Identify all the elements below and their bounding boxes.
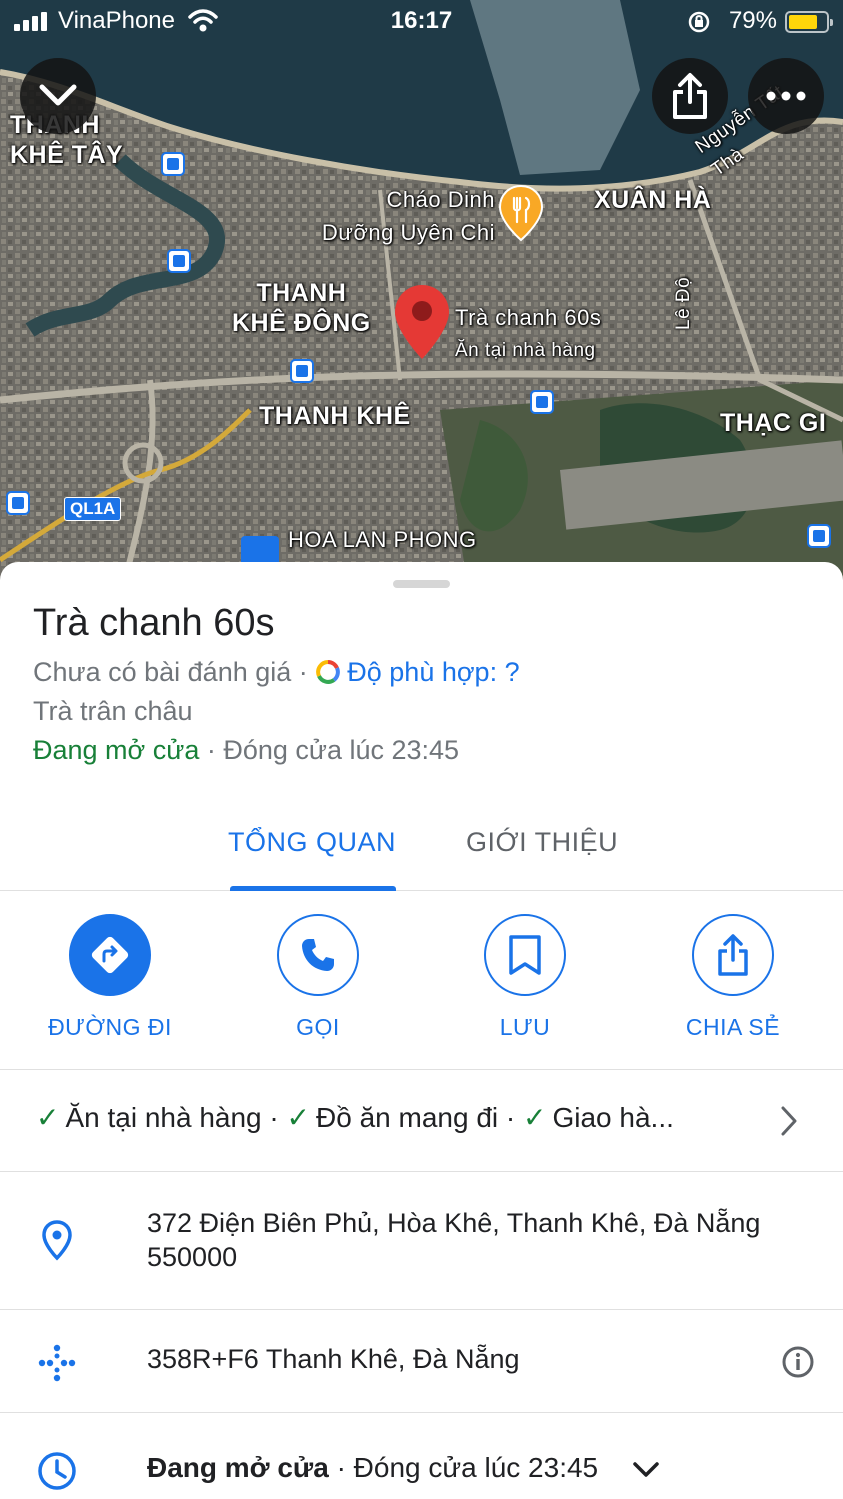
close-time: · Đóng cửa lúc 23:45: [206, 735, 460, 765]
map-label-chao-dinh-duong[interactable]: Cháo Dinh Dưỡng Uyên Chi: [290, 183, 495, 249]
check-icon: ✓: [523, 1102, 547, 1133]
place-pin-icon[interactable]: [393, 283, 451, 361]
info-icon[interactable]: [781, 1345, 815, 1379]
separator: ·: [505, 1102, 516, 1133]
save-button[interactable]: LƯU: [435, 914, 615, 1041]
bus-stop-icon[interactable]: [167, 249, 191, 273]
hours-open-status: Đang mở cửa: [147, 1452, 329, 1483]
directions-icon: [91, 936, 129, 974]
place-category: Trà trân châu: [33, 696, 193, 726]
address-row[interactable]: 372 Điện Biên Phủ, Hòa Khê, Thanh Khê, Đ…: [0, 1172, 843, 1310]
location-pin-icon: [42, 1220, 72, 1261]
hours-row[interactable]: Đang mở cửa · Đóng cửa lúc 23:45: [0, 1413, 843, 1499]
service-options: ✓ Ăn tại nhà hàng · ✓ Đồ ăn mang đi · ✓ Gia…: [36, 1101, 674, 1134]
share-button-circle: [692, 914, 774, 996]
open-hours-line: Đang mở cửa · Đóng cửa lúc 23:45: [33, 735, 459, 766]
collapse-button[interactable]: [20, 58, 96, 134]
more-horizontal-icon: [766, 91, 806, 101]
restaurant-pin-icon[interactable]: [498, 184, 544, 242]
call-button-circle: [277, 914, 359, 996]
directions-button-circle: [69, 914, 151, 996]
action-buttons: ĐƯỜNG ĐI GỌI LƯU CHIA SẺ: [0, 892, 843, 1070]
tab-about[interactable]: GIỚI THIỆU: [466, 827, 618, 858]
chevron-down-icon[interactable]: [632, 1461, 660, 1479]
map-label-xuan-ha: XUÂN HÀ: [594, 186, 712, 214]
map-pin-label-name[interactable]: Trà chanh 60s: [455, 304, 601, 332]
map-share-button[interactable]: [652, 58, 728, 134]
chevron-down-icon: [39, 84, 77, 106]
plus-code-row[interactable]: 358R+F6 Thanh Khê, Đà Nẵng: [0, 1310, 843, 1413]
separator: ·: [269, 1102, 279, 1133]
map-route-badge-ql1a: QL1A: [64, 497, 122, 521]
bookmark-icon: [509, 935, 541, 975]
chevron-right-icon: [781, 1106, 797, 1136]
call-button[interactable]: GỌI: [228, 914, 408, 1041]
check-icon: ✓: [36, 1102, 60, 1133]
directions-button[interactable]: ĐƯỜNG ĐI: [20, 914, 200, 1041]
map-label-thanh-khe-dong: THANH KHÊ ĐÔNG: [232, 279, 371, 337]
fit-score-link[interactable]: Độ phù hợp: ?: [315, 657, 520, 687]
tab-bar: TỔNG QUAN GIỚI THIỆU: [0, 817, 843, 891]
status-time: 16:17: [390, 7, 453, 34]
map-label-le-do: Lê Độ: [673, 276, 694, 330]
reviews-text: Chưa có bài đánh giá ·: [33, 657, 308, 687]
place-title: Trà chanh 60s: [33, 602, 275, 644]
hours-text: Đang mở cửa · Đóng cửa lúc 23:45: [147, 1451, 598, 1485]
fit-score-label: Độ phù hợp: ?: [347, 657, 520, 687]
share-icon: [673, 73, 707, 119]
orientation-lock-icon: [688, 11, 710, 33]
service-dine-in: Ăn tại nhà hàng: [65, 1102, 262, 1133]
battery-percent: 79%: [728, 7, 777, 34]
service-options-row[interactable]: ✓ Ăn tại nhà hàng · ✓ Đồ ăn mang đi · ✓ Gia…: [0, 1071, 843, 1172]
share-label: CHIA SẺ: [685, 1014, 781, 1040]
map-label-thanh-khe: THANH KHÊ: [259, 402, 411, 430]
status-bar: VinaPhone 16:17 79%: [0, 0, 843, 44]
open-status: Đang mở cửa: [33, 735, 200, 765]
bus-stop-icon[interactable]: [161, 152, 185, 176]
map-label-thac-gian: THẠC GI: [720, 409, 827, 437]
map-view[interactable]: THANH KHÊ TÂY Cháo Dinh Dưỡng Uyên Chi X…: [0, 0, 843, 600]
service-delivery: Giao hà...: [552, 1102, 674, 1133]
google-icon: [316, 660, 341, 684]
share-button[interactable]: CHIA SẺ: [643, 914, 823, 1041]
tab-overview[interactable]: TỔNG QUAN: [228, 827, 396, 858]
service-takeaway: Đồ ăn mang đi: [316, 1102, 499, 1133]
address-text: 372 Điện Biên Phủ, Hòa Khê, Thanh Khê, Đ…: [147, 1208, 761, 1272]
clock-icon: [38, 1452, 76, 1490]
plus-code-icon: [38, 1344, 76, 1382]
call-label: GỌI: [296, 1014, 340, 1040]
map-pin-label-category: Ăn tại nhà hàng: [455, 340, 596, 361]
active-tab-indicator: [230, 886, 396, 891]
map-label-hoa-lan-phong[interactable]: HOA LAN PHONG: [288, 526, 477, 554]
bus-stop-icon[interactable]: [290, 359, 314, 383]
drag-handle[interactable]: [393, 580, 450, 588]
review-fit-line: Chưa có bài đánh giá · Độ phù hợp: ?: [33, 657, 520, 688]
bus-stop-icon[interactable]: [6, 491, 30, 515]
place-details-sheet[interactable]: Trà chanh 60s Chưa có bài đánh giá · Độ …: [0, 562, 843, 1499]
share-icon: [718, 934, 748, 976]
directions-label: ĐƯỜNG ĐI: [48, 1014, 172, 1040]
plus-code-text: 358R+F6 Thanh Khê, Đà Nẵng: [147, 1344, 520, 1374]
save-button-circle: [484, 914, 566, 996]
save-label: LƯU: [499, 1014, 551, 1040]
check-icon: ✓: [286, 1102, 310, 1133]
battery-icon: [785, 11, 833, 33]
phone-icon: [302, 939, 334, 971]
more-options-button[interactable]: [748, 58, 824, 134]
bus-stop-icon[interactable]: [807, 524, 831, 548]
hours-close-time: · Đóng cửa lúc 23:45: [336, 1452, 599, 1483]
bus-stop-icon[interactable]: [530, 390, 554, 414]
